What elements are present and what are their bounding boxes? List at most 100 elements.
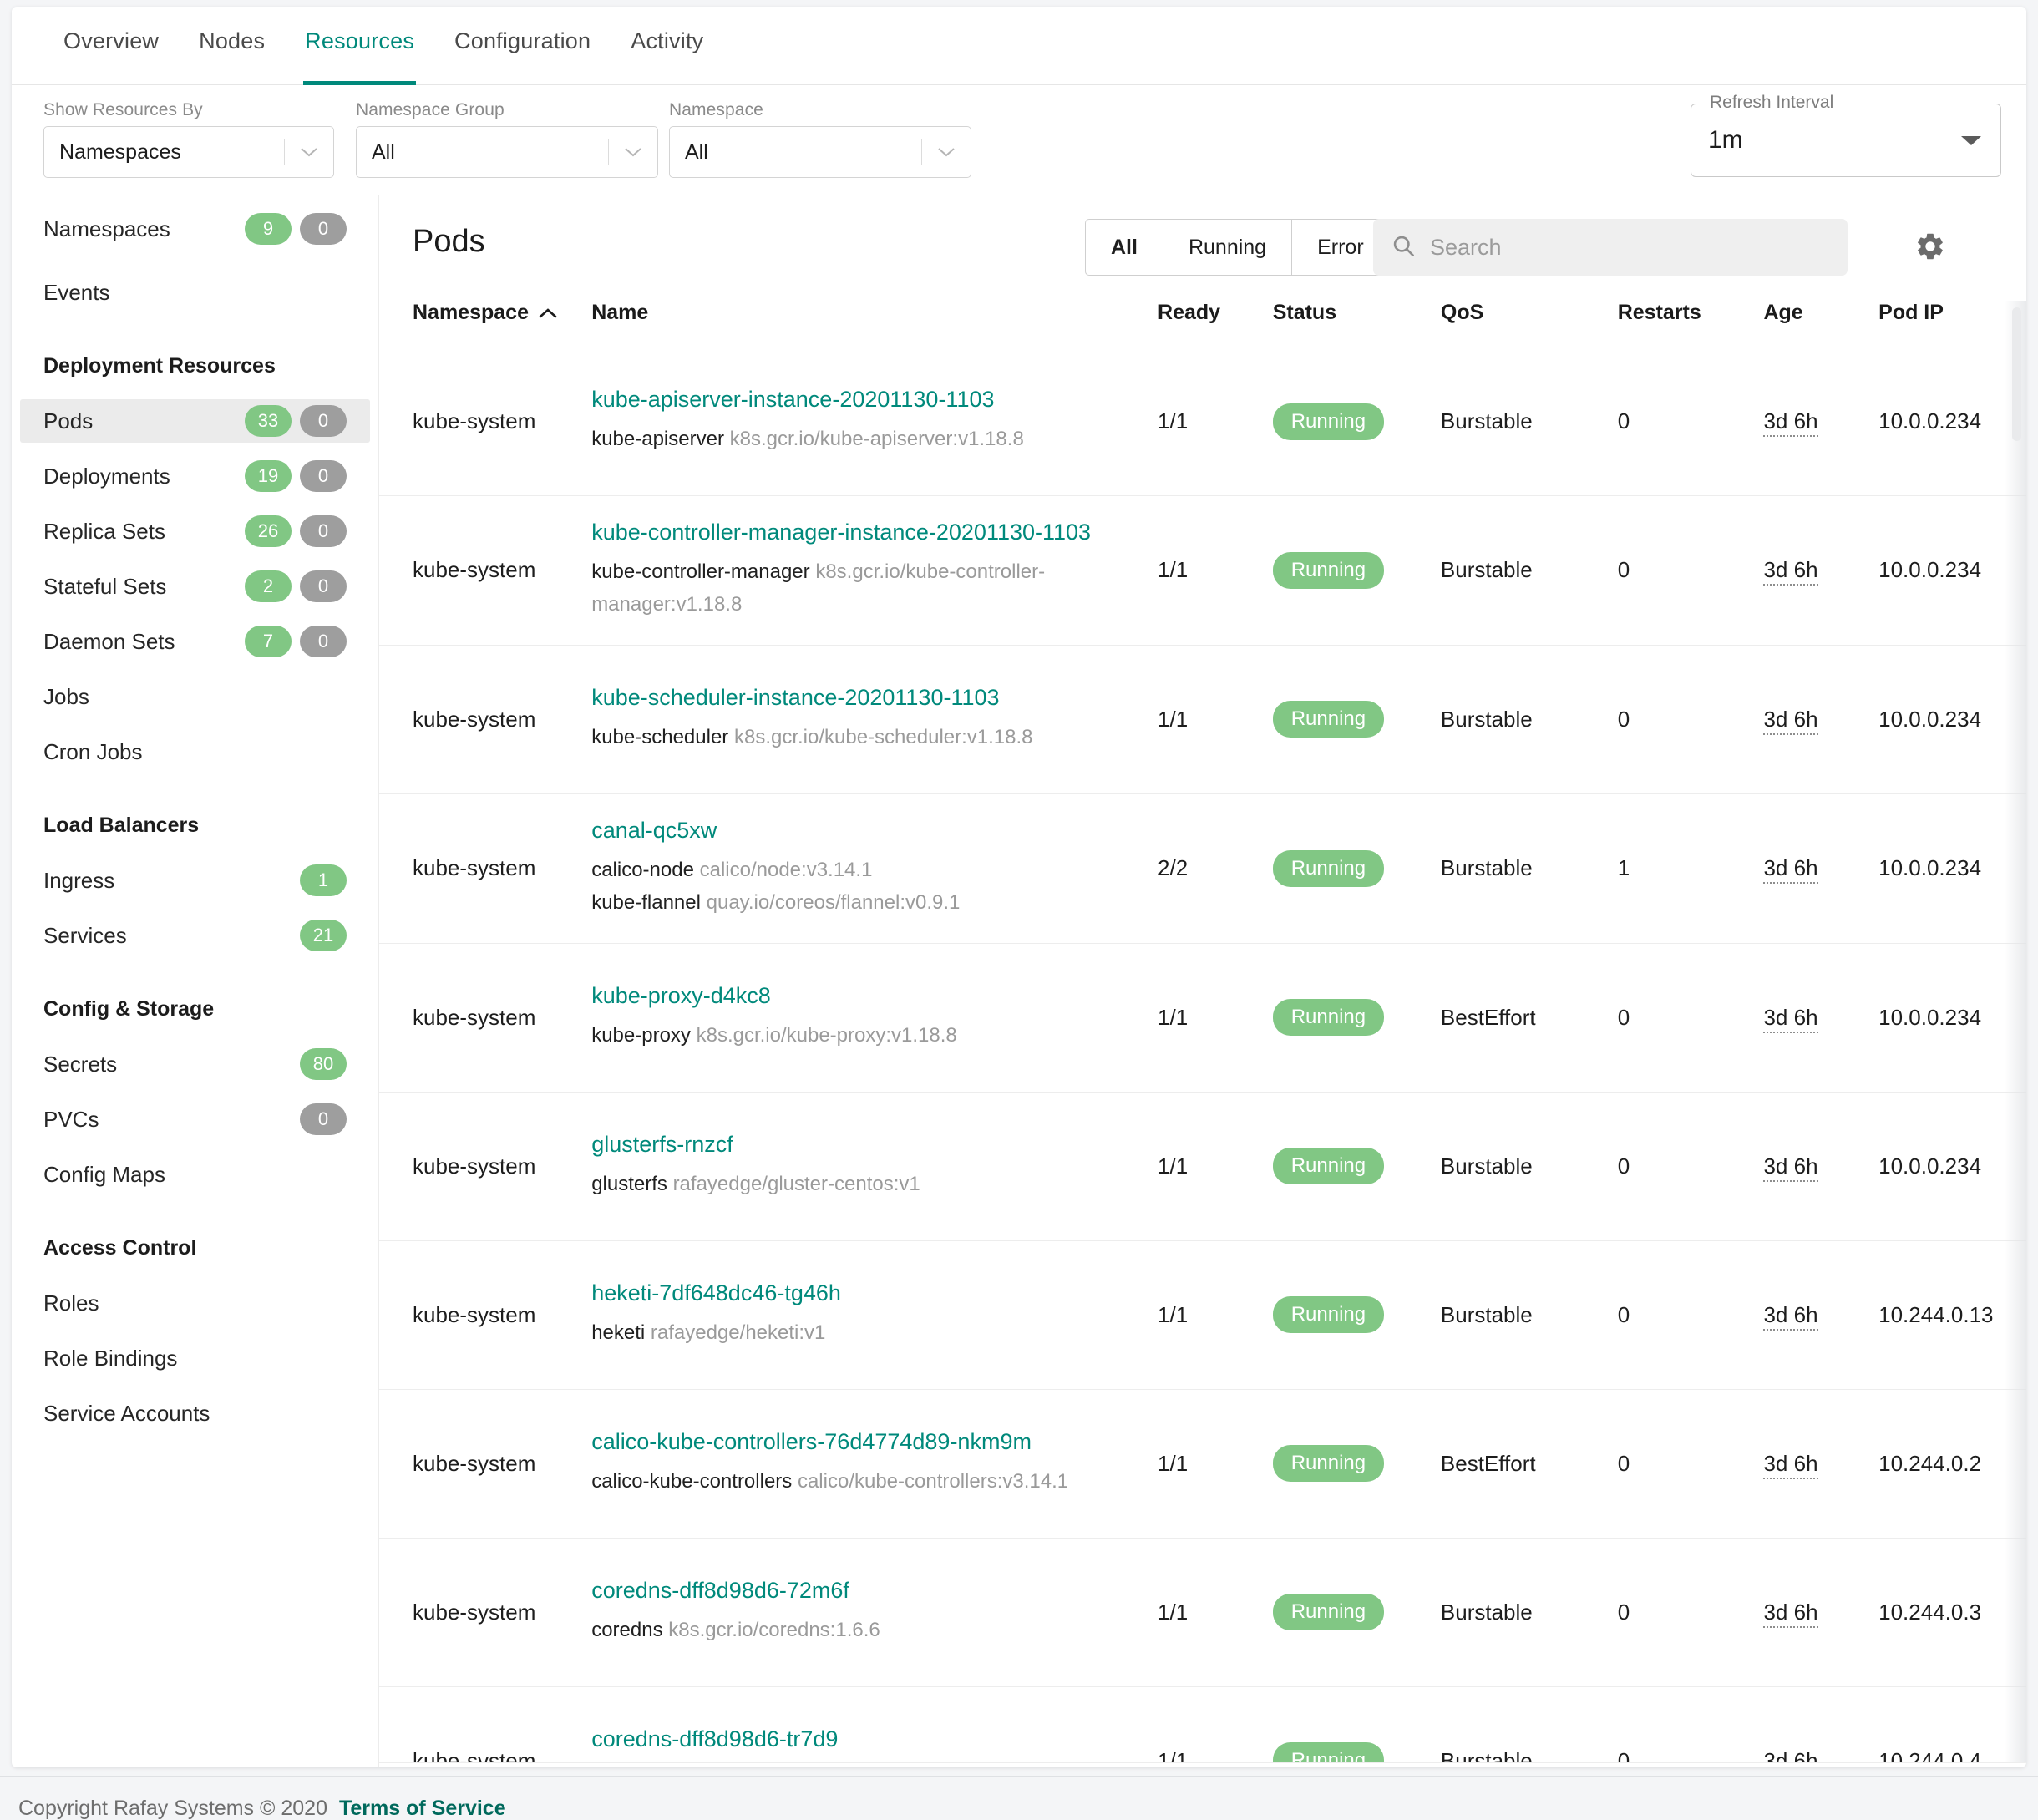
table-row[interactable]: kube-system canal-qc5xw calico-node calico… (379, 793, 2026, 944)
sidebar-item-pvcs[interactable]: PVCs 0 (20, 1098, 370, 1141)
age-value[interactable]: 3d 6h (1763, 1747, 1818, 1762)
pod-name-link[interactable]: calico-kube-controllers-76d4774d89-nkm9m (591, 1429, 1158, 1455)
sidebar-item-daemon-sets[interactable]: Daemon Sets 7 0 (20, 620, 370, 663)
sidebar-item-roles[interactable]: Roles (20, 1281, 370, 1325)
pods-table-body: kube-system kube-apiserver-instance-20201… (379, 347, 2026, 1762)
column-header-namespace[interactable]: Namespace (379, 301, 592, 347)
column-header-qos[interactable]: QoS (1440, 301, 1618, 347)
status-badge: Running (1272, 1594, 1385, 1630)
cell-pod-ip: 10.244.0.4 (1878, 1686, 2026, 1762)
tab-configuration[interactable]: Configuration (434, 7, 611, 85)
settings-button[interactable] (1909, 227, 1951, 269)
column-header-age[interactable]: Age (1763, 301, 1879, 347)
age-value[interactable]: 3d 6h (1763, 408, 1818, 437)
table-row[interactable]: kube-system glusterfs-rnzcf glusterfs rafa… (379, 1092, 2026, 1241)
container-info: calico-node calico/node:v3.14.1 (591, 854, 1158, 887)
sidebar-item-label: Daemon Sets (43, 628, 175, 654)
sidebar-item-namespaces[interactable]: Namespaces 9 0 (20, 207, 370, 251)
age-value[interactable]: 3d 6h (1763, 855, 1818, 885)
cell-namespace: kube-system (379, 347, 592, 496)
pod-name-link[interactable]: kube-scheduler-instance-20201130-1103 (591, 685, 1158, 711)
cell-status: Running (1272, 645, 1441, 794)
pod-name-link[interactable]: heketi-7df648dc46-tg46h (591, 1280, 1158, 1306)
cell-age: 3d 6h (1763, 1389, 1879, 1539)
table-row[interactable]: kube-system calico-kube-controllers-76d47… (379, 1389, 2026, 1539)
copyright-text: Copyright Rafay Systems © 2020 (18, 1796, 327, 1820)
search-icon (1392, 234, 1415, 261)
age-value[interactable]: 3d 6h (1763, 1301, 1818, 1331)
column-header-restarts[interactable]: Restarts (1617, 301, 1764, 347)
age-value[interactable]: 3d 6h (1763, 557, 1818, 586)
pod-name-link[interactable]: kube-apiserver-instance-20201130-1103 (591, 387, 1158, 413)
count-badge-healthy: 9 (245, 213, 292, 245)
refresh-interval-select[interactable]: 1m (1691, 104, 2001, 177)
status-filter-running[interactable]: Running (1163, 220, 1293, 275)
table-row[interactable]: kube-system coredns-dff8d98d6-72m6f coredn… (379, 1538, 2026, 1687)
container-name: kube-apiserver (591, 428, 724, 451)
table-row[interactable]: kube-system kube-controller-manager-insta… (379, 495, 2026, 646)
status-badge: Running (1272, 1296, 1385, 1333)
sidebar-item-events[interactable]: Events (20, 271, 370, 314)
terms-of-service-link[interactable]: Terms of Service (339, 1797, 506, 1820)
chevron-down-icon (285, 146, 333, 158)
count-badge-other: 0 (300, 570, 347, 602)
column-header-status[interactable]: Status (1272, 301, 1441, 347)
sidebar-item-config-maps[interactable]: Config Maps (20, 1153, 370, 1196)
sidebar-item-replica-sets[interactable]: Replica Sets 26 0 (20, 509, 370, 553)
age-value[interactable]: 3d 6h (1763, 1599, 1818, 1628)
show-resources-by-select[interactable]: Namespaces (43, 126, 334, 178)
sidebar-item-service-accounts[interactable]: Service Accounts (20, 1392, 370, 1435)
cell-namespace: kube-system (379, 1240, 592, 1390)
sidebar-item-stateful-sets[interactable]: Stateful Sets 2 0 (20, 565, 370, 608)
tab-nodes[interactable]: Nodes (179, 7, 285, 85)
sidebar-item-deployments[interactable]: Deployments 19 0 (20, 454, 370, 498)
status-filter-all[interactable]: All (1086, 220, 1163, 275)
sidebar-item-jobs[interactable]: Jobs (20, 675, 370, 718)
cell-namespace: kube-system (379, 943, 592, 1093)
table-row[interactable]: kube-system kube-scheduler-instance-20201… (379, 645, 2026, 794)
column-header-ready[interactable]: Ready (1158, 301, 1273, 347)
page-title: Pods (413, 224, 485, 259)
sidebar-item-cron-jobs[interactable]: Cron Jobs (20, 730, 370, 773)
tab-overview[interactable]: Overview (43, 7, 179, 85)
sidebar-item-pods[interactable]: Pods 33 0 (20, 399, 370, 443)
pods-table-scroll[interactable]: Namespace Name Ready Status QoS Restarts Age Po… (379, 301, 2026, 1762)
tab-resources[interactable]: Resources (285, 7, 434, 85)
sidebar-item-role-bindings[interactable]: Role Bindings (20, 1336, 370, 1380)
cell-qos: Burstable (1440, 347, 1618, 496)
sidebar-item-badges: 0 (300, 1103, 347, 1135)
cell-age: 3d 6h (1763, 495, 1879, 646)
table-row[interactable]: kube-systemcoredns-dff8d98d6-tr7d9coredn… (379, 1686, 2026, 1762)
age-value[interactable]: 3d 6h (1763, 1153, 1818, 1182)
age-value[interactable]: 3d 6h (1763, 706, 1818, 735)
pod-name-link[interactable]: canal-qc5xw (591, 818, 1158, 844)
sidebar-item-ingress[interactable]: Ingress 1 (20, 859, 370, 902)
pod-name-link[interactable]: coredns-dff8d98d6-tr7d9 (591, 1726, 1158, 1752)
age-value[interactable]: 3d 6h (1763, 1004, 1818, 1033)
tab-activity[interactable]: Activity (611, 7, 723, 85)
status-badge: Running (1272, 999, 1385, 1036)
table-row[interactable]: kube-system heketi-7df648dc46-tg46h heketi… (379, 1240, 2026, 1390)
table-row[interactable]: kube-system kube-apiserver-instance-20201… (379, 347, 2026, 496)
age-value[interactable]: 3d 6h (1763, 1450, 1818, 1479)
search-input[interactable] (1430, 234, 1829, 261)
pod-name-link[interactable]: glusterfs-rnzcf (591, 1132, 1158, 1158)
namespace-group-select[interactable]: All (356, 126, 658, 178)
table-row[interactable]: kube-system kube-proxy-d4kc8 kube-proxy k8… (379, 943, 2026, 1093)
column-header-name[interactable]: Name (591, 301, 1158, 347)
pod-name-link[interactable]: kube-controller-manager-instance-2020113… (591, 520, 1158, 545)
cell-qos: Burstable (1440, 1538, 1618, 1687)
sidebar-item-secrets[interactable]: Secrets 80 (20, 1042, 370, 1086)
pod-name-link[interactable]: coredns-dff8d98d6-72m6f (591, 1578, 1158, 1604)
vertical-scrollbar[interactable] (2012, 307, 2021, 441)
container-image: k8s.gcr.io/coredns:1.6.6 (668, 1618, 880, 1641)
search-box[interactable] (1373, 219, 1848, 276)
sidebar-item-label: Cron Jobs (43, 738, 143, 764)
column-header-pod-ip[interactable]: Pod IP (1878, 301, 2026, 347)
namespace-select[interactable]: All (669, 126, 971, 178)
pod-name-link[interactable]: kube-proxy-d4kc8 (591, 983, 1158, 1009)
sidebar-item-services[interactable]: Services 21 (20, 914, 370, 957)
